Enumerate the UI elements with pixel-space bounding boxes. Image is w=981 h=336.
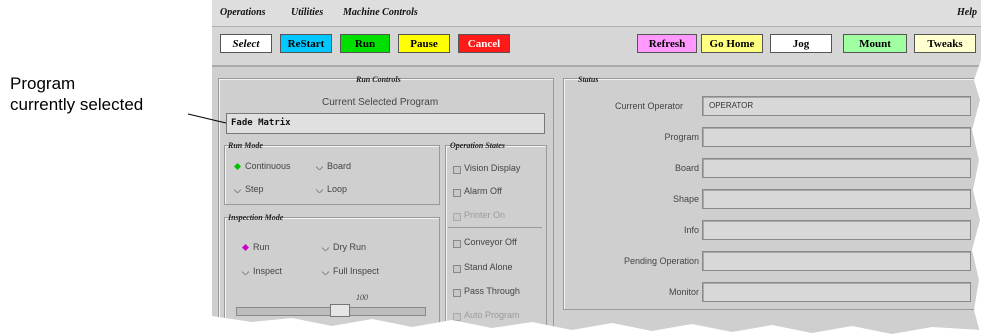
callout-leader-line [187,113,227,124]
